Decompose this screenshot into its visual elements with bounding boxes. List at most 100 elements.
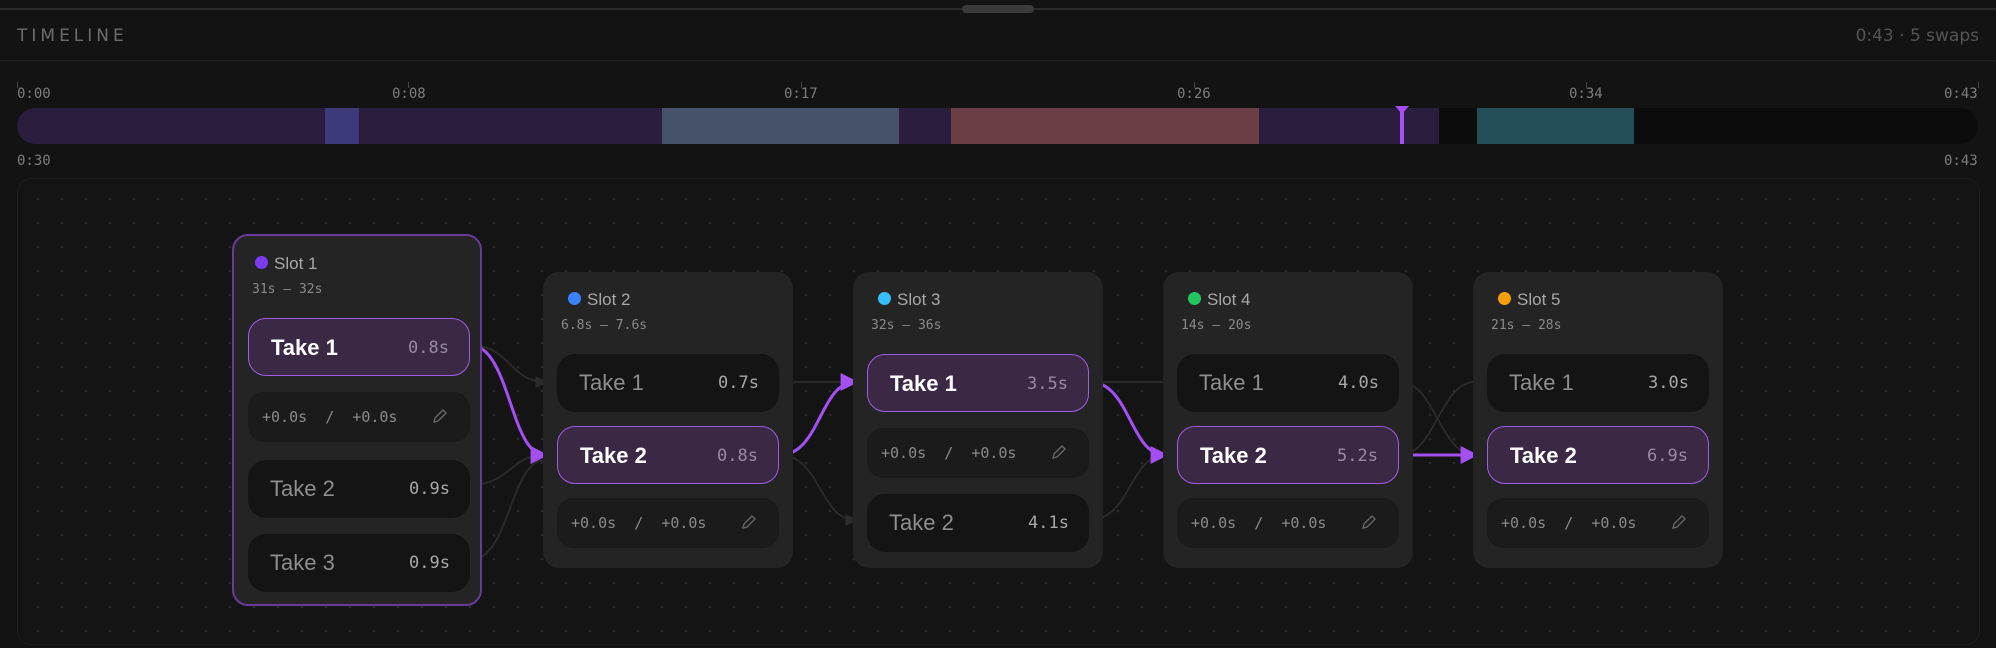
timeline-header: TIMELINE 0:43 · 5 swaps xyxy=(0,12,1996,61)
take-duration: 6.9s xyxy=(1647,446,1688,466)
take-option[interactable]: Take 3 0.9s xyxy=(248,534,470,592)
take-name: Take 1 xyxy=(579,370,644,395)
offset-out: +0.0s xyxy=(1281,514,1327,532)
offset-separator: / xyxy=(1564,514,1574,532)
slot-4-card[interactable]: Slot 4 14s – 20s Take 1 4.0s Take 2 5.2s… xyxy=(1163,272,1413,568)
take-duration: 0.7s xyxy=(718,373,759,393)
playhead-marker-icon[interactable] xyxy=(1395,106,1409,114)
take-name: Take 2 xyxy=(1510,443,1577,468)
timeline-summary: 0:43 · 5 swaps xyxy=(1855,26,1979,46)
timeline-segment[interactable] xyxy=(325,108,359,144)
offset-out: +0.0s xyxy=(352,408,398,426)
timeline-title: TIMELINE xyxy=(17,26,128,46)
take-option[interactable]: Take 1 3.5s xyxy=(867,354,1089,412)
timeline-segment[interactable] xyxy=(899,108,951,144)
take-name: Take 2 xyxy=(270,476,335,501)
take-name: Take 2 xyxy=(1200,443,1267,468)
offset-in: +0.0s xyxy=(881,444,927,462)
offset-in: +0.0s xyxy=(571,514,617,532)
take-duration: 4.1s xyxy=(1028,513,1069,533)
slot-title: Slot 2 xyxy=(568,290,631,310)
slot-title-text: Slot 5 xyxy=(1517,290,1561,309)
take-option[interactable]: Take 2 4.1s xyxy=(867,494,1089,552)
offset-in: +0.0s xyxy=(1191,514,1237,532)
slot-2-card[interactable]: Slot 2 6.8s – 7.6s Take 1 0.7s Take 2 0.… xyxy=(543,272,793,568)
slot-range: 31s – 32s xyxy=(252,282,323,297)
take-option[interactable]: Take 2 5.2s xyxy=(1177,426,1399,484)
timeline-segment[interactable] xyxy=(662,108,899,144)
timeline-segment[interactable] xyxy=(951,108,1259,144)
slot-5-card[interactable]: Slot 5 21s – 28s Take 1 3.0s Take 2 6.9s… xyxy=(1473,272,1723,568)
take-name: Take 1 xyxy=(1199,370,1264,395)
timeline-segment[interactable] xyxy=(17,108,325,144)
take-option[interactable]: Take 2 0.8s xyxy=(557,426,779,484)
offset-values: +0.0s / +0.0s xyxy=(571,514,706,532)
offset-row[interactable]: +0.0s / +0.0s xyxy=(1487,498,1709,548)
timeline-panel: TIMELINE 0:43 · 5 swaps 0:00 0:08 0:17 0… xyxy=(0,0,1996,648)
offset-in: +0.0s xyxy=(262,408,308,426)
offset-out: +0.0s xyxy=(971,444,1017,462)
timeline-segment[interactable] xyxy=(359,108,662,144)
range-end-label: 0:43 xyxy=(1944,153,1978,169)
slot-title: Slot 5 xyxy=(1498,290,1561,310)
timeline-segment[interactable] xyxy=(1259,108,1439,144)
offset-values: +0.0s / +0.0s xyxy=(881,444,1016,462)
offset-row[interactable]: +0.0s / +0.0s xyxy=(248,392,470,442)
slot-color-dot-icon xyxy=(1498,292,1511,305)
ruler-tick-label: 0:00 xyxy=(17,86,51,102)
ruler-tick-label: 0:17 xyxy=(784,86,818,102)
pencil-icon[interactable] xyxy=(1359,512,1379,532)
pencil-icon[interactable] xyxy=(739,512,759,532)
pencil-icon[interactable] xyxy=(430,406,450,426)
offset-values: +0.0s / +0.0s xyxy=(1191,514,1326,532)
ruler-tick-label: 0:43 xyxy=(1944,86,1978,102)
timeline-segment[interactable] xyxy=(1477,108,1634,144)
pencil-icon[interactable] xyxy=(1049,442,1069,462)
offset-values: +0.0s / +0.0s xyxy=(1501,514,1636,532)
take-option[interactable]: Take 1 4.0s xyxy=(1177,354,1399,412)
slot-3-card[interactable]: Slot 3 32s – 36s Take 1 3.5s +0.0s / +0.… xyxy=(853,272,1103,568)
slot-range: 6.8s – 7.6s xyxy=(561,318,648,333)
take-duration: 4.0s xyxy=(1338,373,1379,393)
offset-row[interactable]: +0.0s / +0.0s xyxy=(867,428,1089,478)
slot-1-card[interactable]: Slot 1 31s – 32s Take 1 0.8s +0.0s / +0.… xyxy=(232,234,482,606)
take-name: Take 1 xyxy=(890,371,957,396)
take-option[interactable]: Take 1 0.7s xyxy=(557,354,779,412)
slot-title: Slot 3 xyxy=(878,290,940,310)
take-name: Take 1 xyxy=(271,335,338,360)
offset-separator: / xyxy=(325,408,335,426)
take-option[interactable]: Take 2 0.9s xyxy=(248,460,470,518)
take-name: Take 2 xyxy=(889,510,954,535)
offset-row[interactable]: +0.0s / +0.0s xyxy=(557,498,779,548)
offset-row[interactable]: +0.0s / +0.0s xyxy=(1177,498,1399,548)
take-option[interactable]: Take 2 6.9s xyxy=(1487,426,1709,484)
slot-color-dot-icon xyxy=(568,292,581,305)
take-option[interactable]: Take 1 0.8s xyxy=(248,318,470,376)
offset-values: +0.0s / +0.0s xyxy=(262,408,397,426)
offset-separator: / xyxy=(634,514,644,532)
slot-range: 32s – 36s xyxy=(871,318,942,333)
range-start-label: 0:30 xyxy=(17,153,51,169)
offset-separator: / xyxy=(1254,514,1264,532)
take-duration: 3.5s xyxy=(1027,374,1068,394)
take-option[interactable]: Take 1 3.0s xyxy=(1487,354,1709,412)
slot-title-text: Slot 1 xyxy=(274,254,318,273)
offset-out: +0.0s xyxy=(1591,514,1637,532)
timeline-segment[interactable] xyxy=(1439,108,1477,144)
take-duration: 0.8s xyxy=(408,338,449,358)
ruler-tick-mark xyxy=(1978,82,1979,88)
offset-in: +0.0s xyxy=(1501,514,1547,532)
take-name: Take 1 xyxy=(1509,370,1574,395)
slot-title-text: Slot 2 xyxy=(587,290,631,309)
take-name: Take 3 xyxy=(270,550,335,575)
slot-range: 14s – 20s xyxy=(1181,318,1252,333)
slot-title-text: Slot 4 xyxy=(1207,290,1251,309)
timeline-strip[interactable] xyxy=(17,108,1978,144)
offset-out: +0.0s xyxy=(661,514,707,532)
pencil-icon[interactable] xyxy=(1669,512,1689,532)
ruler-tick-label: 0:26 xyxy=(1177,86,1211,102)
slot-range: 21s – 28s xyxy=(1491,318,1562,333)
take-duration: 0.9s xyxy=(409,553,450,573)
ruler-tick-label: 0:34 xyxy=(1569,86,1603,102)
take-name: Take 2 xyxy=(580,443,647,468)
